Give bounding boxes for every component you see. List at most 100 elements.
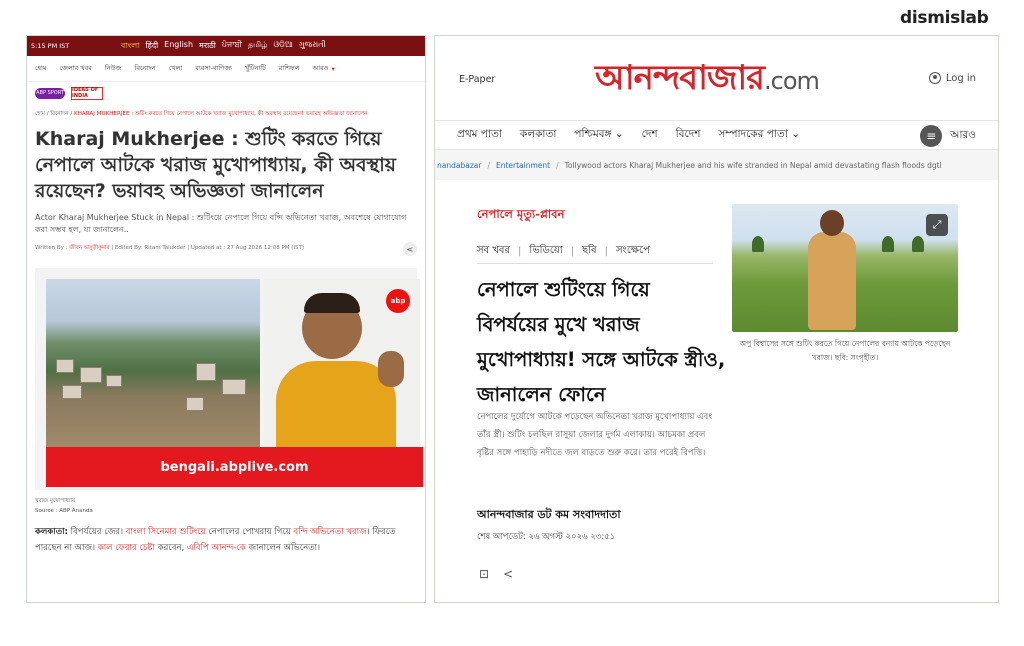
lang-link[interactable]: मराठी [199, 40, 216, 53]
site-header: E-Paper আনন্দবাজার.com Log in [435, 36, 998, 120]
subnav-item[interactable]: সব খবর [477, 243, 510, 260]
article-title: Kharaj Mukherjee : শুটিং করতে গিয়ে নেপা… [35, 128, 396, 202]
body-link[interactable]: এবিপি আনন্দ-কে [187, 543, 246, 553]
caption-source: Source : ABP Ananda [35, 508, 93, 514]
lang-link[interactable]: English [164, 40, 193, 53]
body-link[interactable]: কাল ফেরার চেষ্টা [98, 543, 155, 553]
byline: Written By : জীবন ভাদুড়ীকুমার | Edited … [35, 245, 304, 253]
actor-figure [804, 210, 860, 330]
abp-article-screenshot: 5:15 PM IST বাংলা हिंदी English मराठी ਪੰ… [26, 35, 426, 603]
lang-link[interactable]: বাংলা [121, 40, 140, 53]
topic-subnav: সব খবর | ভিডিয়ো | ছবি | সংক্ষেপে [477, 240, 713, 264]
nav-item[interactable]: বিদেশ [676, 127, 701, 144]
bookmark-icon[interactable]: ⊡ [479, 567, 489, 581]
flood-photo [46, 279, 260, 447]
body-text: বিপর্যয়ের জের। [67, 527, 126, 537]
subnav-item[interactable]: ভিডিয়ো [529, 243, 562, 260]
lang-link[interactable]: ਪੰਜਾਬੀ [222, 40, 242, 53]
nav-item[interactable]: ব্যবসা-বাণিজ্য [195, 63, 232, 74]
brand-logo: dismislab [900, 8, 989, 28]
masthead-suffix: .com [764, 67, 820, 95]
breadcrumb-current: KHARAJ MUKHERJEE : শুটিং করতে গিয়ে নেপা… [74, 111, 368, 117]
lang-link[interactable]: தமிழ் [248, 40, 268, 53]
more-menu-button[interactable]: ≡ আরও [920, 125, 976, 147]
image-watermark-band: bengali.abplive.com [46, 447, 423, 487]
chevron-down-icon[interactable]: ▾ [331, 65, 334, 73]
breadcrumb-separator: / [487, 160, 490, 170]
more-label: আরও [950, 128, 976, 141]
body-link[interactable]: বাংলা সিনেমার শুটিংয়ে [126, 527, 206, 537]
article-meta: Written By : জীবন ভাদুড়ীকুমার | Edited … [27, 236, 425, 256]
login-button[interactable]: Log in [928, 72, 976, 84]
dateline: কলকাতা: [35, 527, 68, 537]
article-subtitle: Actor Kharaj Mukherjee Stuck in Nepal : … [35, 213, 407, 234]
user-icon [928, 72, 941, 84]
hero-image: abp bengali.abplive.com [46, 279, 423, 487]
article-title: নেপালে শুটিংয়ে গিয়ে বিপর্যয়ের মুখে খর… [477, 278, 726, 406]
ideas-of-india-logo[interactable]: IDEAS OF INDIA [71, 86, 103, 100]
epaper-link[interactable]: E-Paper [459, 74, 495, 85]
actor-photo: abp [264, 279, 420, 447]
nav-item[interactable]: কলকাতা [520, 127, 556, 144]
edited-updated: | Edited By: Ritam Talukder | Updated at… [109, 245, 305, 251]
body-text: নেপালের পোখরায় গিয়ে [205, 527, 294, 537]
breadcrumb-separator: / [556, 160, 559, 170]
abp-sport-logo[interactable]: ABP SPORT [35, 87, 65, 99]
nav-item-more[interactable]: আরও [313, 63, 329, 74]
article-body: কলকাতা: বিপর্যয়ের জের। বাংলা সিনেমার শু… [27, 516, 425, 556]
anandabazar-article-screenshot: E-Paper আনন্দবাজার.com Log in প্রথম পাতা… [434, 35, 999, 603]
nav-item[interactable]: খেলা [169, 63, 183, 74]
breadcrumb-section[interactable]: Entertainment [496, 161, 550, 170]
share-icon[interactable]: < [403, 242, 417, 256]
divider: | [517, 246, 522, 257]
masthead-logo[interactable]: আনন্দবাজার.com [595, 52, 820, 109]
lang-link[interactable]: ଓଡ଼ିଆ [274, 40, 293, 53]
nav-item[interactable]: হোম [35, 63, 47, 74]
image-caption: খরাজ মুখোপাধ্যায় Source : ABP Ananda [27, 490, 425, 516]
nav-item[interactable]: খুঁটিনাটি [245, 63, 266, 74]
article-photo[interactable]: ⤢ [732, 204, 958, 332]
nav-item[interactable]: জেলার খবর [60, 63, 92, 74]
main-nav: হোম জেলার খবর নিউজ বিনোদন খেলা ব্যবসা-বা… [27, 56, 425, 82]
nav-item[interactable]: সম্পাদকের পাতা ⌄ [718, 127, 800, 144]
nav-item[interactable]: বিনোদন [134, 63, 155, 74]
hero-image-card: abp bengali.abplive.com [35, 268, 423, 490]
lang-link[interactable]: हिंदी [146, 40, 159, 53]
nav-item[interactable]: রাশিফল [279, 63, 300, 74]
masthead-text: আনন্দবাজার [595, 58, 765, 98]
author-link[interactable]: জীবন ভাদুড়ীকুমার [69, 245, 109, 251]
breadcrumb-home[interactable]: হোম / বিনোদন / [35, 111, 74, 117]
topic-tag[interactable]: নেপালে মৃত্যু-প্লাবন [477, 206, 564, 225]
article-summary: নেপালের দুর্যোগে আটকে পড়েছেন অভিনেতা খর… [477, 412, 712, 458]
author-name: আনন্দবাজার ডট কম সংবাদদাতা [477, 508, 621, 521]
caption-text: খরাজ মুখোপাধ্যায় [35, 498, 76, 504]
language-switcher: বাংলা हिंदी English मराठी ਪੰਜਾਬੀ தமிழ் ଓ… [121, 40, 326, 53]
top-language-bar: 5:15 PM IST বাংলা हिंदी English मराठी ਪੰ… [27, 36, 425, 56]
nav-item[interactable]: পশ্চিমবঙ্গ ⌄ [574, 127, 623, 144]
hamburger-menu-icon: ≡ [920, 125, 943, 147]
last-updated: শেষ আপডেট: ২৬ অগস্ট ২০২৬ ২৩:৫১ [477, 532, 616, 542]
expand-icon[interactable]: ⤢ [926, 214, 948, 236]
body-link[interactable]: বন্দি অভিনেতা খরাজ [294, 527, 367, 537]
breadcrumb: nandabazar / Entertainment / Tollywood a… [435, 150, 998, 180]
lang-link[interactable]: ગુજરાતી [299, 40, 326, 53]
breadcrumb-current: Tollywood actors Kharaj Mukherjee and hi… [564, 160, 942, 170]
photo-caption: অপু বিশ্বাসের সঙ্গে শুটিং করতে গিয়ে নেপ… [739, 339, 951, 362]
body-text: জানালেন অভিনেতা। [245, 543, 321, 553]
nav-item[interactable]: নিউজ [105, 63, 122, 74]
divider: | [604, 246, 608, 257]
body-text: করবেন, [155, 543, 187, 553]
divider: | [570, 246, 575, 257]
nav-item[interactable]: প্রথম পাতা [457, 127, 502, 144]
login-label: Log in [945, 72, 976, 84]
article-actions: ⊡ < [479, 567, 513, 581]
subnav-item[interactable]: ছবি [582, 243, 597, 260]
breadcrumb-home[interactable]: nandabazar [437, 161, 481, 170]
clock-time: 5:15 PM IST [31, 42, 70, 50]
subnav-item[interactable]: সংক্ষেপে [616, 243, 650, 260]
share-icon[interactable]: < [503, 567, 513, 581]
byline-label: Written By : [35, 245, 70, 251]
main-nav: প্রথম পাতা কলকাতা পশ্চিমবঙ্গ ⌄ দেশ বিদেশ… [435, 120, 998, 150]
nav-item[interactable]: দেশ [642, 127, 658, 144]
breadcrumb: হোম / বিনোদন / KHARAJ MUKHERJEE : শুটিং … [27, 104, 425, 119]
